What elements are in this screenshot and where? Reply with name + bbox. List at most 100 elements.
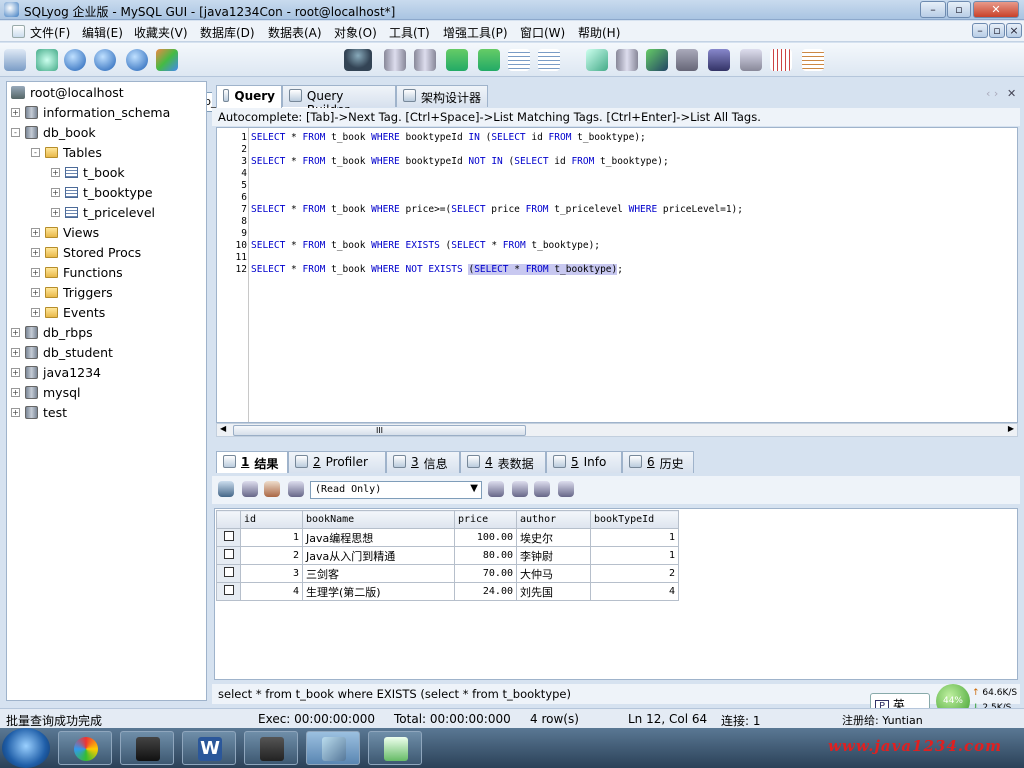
table-cell[interactable]: 生理学(第二版) <box>302 582 455 601</box>
menu-help[interactable]: 帮助(H) <box>578 24 620 41</box>
code-line[interactable]: SELECT * FROM t_book WHERE price>=(SELEC… <box>251 204 743 215</box>
alter-table-icon[interactable] <box>538 49 560 71</box>
delete-row-icon[interactable] <box>534 481 550 497</box>
stop-icon[interactable] <box>126 49 148 71</box>
collapse-icon[interactable]: - <box>11 128 20 137</box>
taskbar-app-4[interactable] <box>244 731 298 765</box>
table-cell[interactable]: 24.00 <box>454 582 517 601</box>
filter-icon[interactable] <box>558 481 574 497</box>
copy-icon[interactable] <box>242 481 258 497</box>
collapse-icon[interactable]: - <box>31 148 40 157</box>
table-row[interactable]: 1 Java编程思想 100.00 埃史尔 1 <box>216 528 679 547</box>
tree-item[interactable]: + db_rbps <box>11 325 93 340</box>
expand-icon[interactable]: + <box>51 208 60 217</box>
expand-icon[interactable]: + <box>31 248 40 257</box>
tree-item[interactable]: + test <box>11 405 67 420</box>
code-line[interactable]: SELECT * FROM t_book WHERE EXISTS (SELEC… <box>251 240 600 251</box>
column-header[interactable]: author <box>516 510 591 529</box>
editor-horizontal-scrollbar[interactable]: ◀ III ▶ <box>216 423 1018 437</box>
close-button[interactable]: ✕ <box>973 1 1019 18</box>
user-manager-icon[interactable] <box>344 49 372 71</box>
code-line[interactable]: SELECT * FROM t_book WHERE NOT EXISTS (S… <box>251 264 623 275</box>
expand-icon[interactable]: + <box>11 368 20 377</box>
execute-all-icon[interactable] <box>94 49 116 71</box>
row-checkbox[interactable] <box>223 531 234 541</box>
table-cell[interactable]: 70.00 <box>454 564 517 583</box>
notification-icon[interactable] <box>708 49 730 71</box>
tree-item[interactable]: + Stored Procs <box>31 245 141 260</box>
table-cell[interactable]: 大仲马 <box>516 564 591 583</box>
result-mode-select[interactable]: (Read Only) ▼ <box>310 481 482 499</box>
expand-icon[interactable]: + <box>51 188 60 197</box>
table-cell[interactable]: 1 <box>590 546 679 565</box>
table-cell[interactable]: 1 <box>240 528 303 547</box>
tree-item[interactable]: + t_pricelevel <box>51 205 155 220</box>
expand-icon[interactable]: + <box>31 268 40 277</box>
new-query-icon[interactable] <box>36 49 58 71</box>
result-tab[interactable]: 5 Info <box>546 451 622 473</box>
taskbar-app-1[interactable] <box>58 731 112 765</box>
expand-icon[interactable]: + <box>11 328 20 337</box>
schema-sync-icon[interactable] <box>586 49 608 71</box>
column-header[interactable]: bookName <box>302 510 455 529</box>
expand-icon[interactable]: + <box>11 388 20 397</box>
menu-database[interactable]: 数据库(D) <box>200 24 255 41</box>
result-tab[interactable]: 4 表数据 <box>460 451 546 473</box>
tab-scroll-icon[interactable]: ‹ › <box>986 87 998 100</box>
expand-icon[interactable]: + <box>51 168 60 177</box>
taskbar-app-2[interactable] <box>120 731 174 765</box>
tab-query-builder[interactable]: Query Builder <box>282 85 396 117</box>
tree-item[interactable]: + Views <box>31 225 99 240</box>
table-cell[interactable]: 2 <box>240 546 303 565</box>
tree-item[interactable]: + db_student <box>11 345 113 360</box>
row-checkbox[interactable] <box>223 585 234 595</box>
tree-root[interactable]: root@localhost <box>11 85 124 100</box>
query-builder-icon[interactable] <box>740 49 762 71</box>
scheduler-icon[interactable] <box>676 49 698 71</box>
tab-schema-designer[interactable]: 架构设计器 <box>396 85 488 107</box>
expand-icon[interactable]: + <box>31 308 40 317</box>
tab-close-icon[interactable]: ✕ <box>1007 87 1016 100</box>
tree-item[interactable]: + t_booktype <box>51 185 153 200</box>
text-view-icon[interactable] <box>488 481 504 497</box>
tree-item[interactable]: + Functions <box>31 265 123 280</box>
row-checkbox[interactable] <box>223 567 234 577</box>
table-cell[interactable]: 三剑客 <box>302 564 455 583</box>
start-button[interactable] <box>2 728 50 768</box>
table-cell[interactable]: 3 <box>240 564 303 583</box>
column-header[interactable]: id <box>240 510 303 529</box>
restore-icon[interactable] <box>478 49 500 71</box>
mdi-minimize-button[interactable]: – <box>972 23 988 38</box>
result-tab[interactable]: 1 结果 <box>216 451 288 473</box>
save-result-icon[interactable] <box>512 481 528 497</box>
menu-tools[interactable]: 工具(T) <box>389 24 430 41</box>
table-diagnostics-icon[interactable] <box>802 49 824 71</box>
table-row[interactable]: 2 Java从入门到精通 80.00 李钟尉 1 <box>216 546 679 565</box>
code-line[interactable]: SELECT * FROM t_book WHERE booktypeId NO… <box>251 156 669 167</box>
menu-power-tools[interactable]: 增强工具(P) <box>443 24 508 41</box>
scroll-right-icon[interactable]: ▶ <box>1008 424 1014 433</box>
grid-view-icon[interactable] <box>264 481 280 497</box>
table-cell[interactable]: 李钟尉 <box>516 546 591 565</box>
execute-query-icon[interactable] <box>64 49 86 71</box>
taskbar-app-5[interactable] <box>306 731 360 765</box>
table-cell[interactable]: 刘先国 <box>516 582 591 601</box>
table-cell[interactable]: Java编程思想 <box>302 528 455 547</box>
minimize-button[interactable]: – <box>920 1 946 18</box>
menu-window[interactable]: 窗口(W) <box>520 24 565 41</box>
menu-favorites[interactable]: 收藏夹(V) <box>134 24 188 41</box>
tree-item[interactable]: + information_schema <box>11 105 170 120</box>
export-icon[interactable] <box>218 481 234 497</box>
expand-icon[interactable]: + <box>31 228 40 237</box>
menu-table[interactable]: 数据表(A) <box>268 24 322 41</box>
new-connection-icon[interactable] <box>4 49 26 71</box>
column-header[interactable]: bookTypeId <box>590 510 679 529</box>
create-database-icon[interactable] <box>384 49 406 71</box>
tree-item[interactable]: + t_book <box>51 165 125 180</box>
mdi-close-button[interactable]: × <box>1006 23 1022 38</box>
column-header[interactable]: price <box>454 510 517 529</box>
import-icon[interactable] <box>646 49 668 71</box>
taskbar-app-3[interactable]: W <box>182 731 236 765</box>
table-cell[interactable]: 4 <box>590 582 679 601</box>
table-cell[interactable]: 4 <box>240 582 303 601</box>
